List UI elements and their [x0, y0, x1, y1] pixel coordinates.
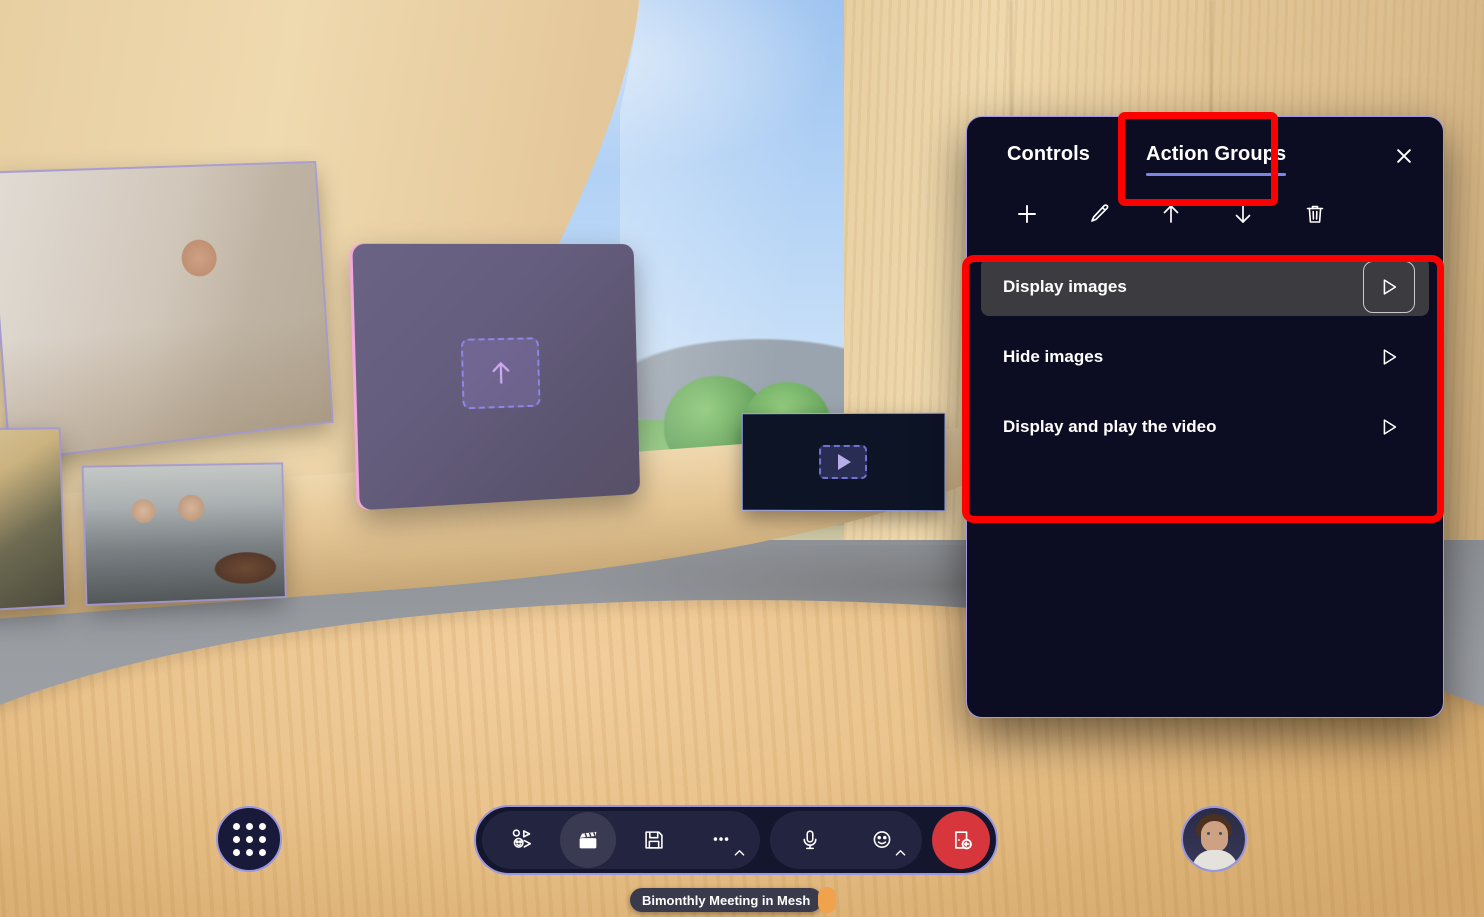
chevron-up-icon	[895, 844, 906, 862]
screenshot-root: Controls Action Groups Display images Hi…	[0, 0, 1484, 917]
panel-tab-bar: Controls Action Groups	[967, 117, 1443, 176]
toolbar-left-group	[482, 811, 760, 869]
arrow-down-icon	[1235, 205, 1251, 223]
app-grid-button[interactable]	[216, 806, 282, 872]
avatar-face	[1201, 821, 1228, 852]
play-icon	[1383, 279, 1397, 295]
play-icon	[838, 453, 851, 471]
play-action-group-button[interactable]	[1363, 401, 1415, 453]
tab-action-groups[interactable]: Action Groups	[1146, 143, 1287, 176]
action-group-label: Display and play the video	[1003, 417, 1217, 436]
meeting-title-chip: Bimonthly Meeting in Mesh	[630, 888, 823, 912]
meeting-toolbar	[474, 805, 998, 875]
edit-action-group-button[interactable]	[1063, 194, 1135, 234]
video-dropzone[interactable]	[819, 444, 868, 480]
action-group-row-display-images[interactable]: Display images	[981, 258, 1429, 316]
avatar-eye	[1219, 832, 1222, 835]
action-groups-panel: Controls Action Groups Display images Hi…	[966, 116, 1444, 718]
move-up-button[interactable]	[1135, 194, 1207, 234]
ellipsis-icon	[713, 837, 729, 841]
tab-controls[interactable]: Controls	[1007, 143, 1090, 176]
media-board-photo-woman[interactable]	[0, 427, 67, 614]
upload-arrow-icon	[491, 362, 511, 384]
pencil-icon	[1091, 204, 1109, 222]
action-group-label: Hide images	[1003, 347, 1104, 366]
media-board-photo-man[interactable]	[0, 160, 334, 462]
media-board-empty-image[interactable]	[352, 243, 641, 511]
people-icon	[512, 829, 532, 848]
avatar-eye	[1207, 832, 1210, 835]
play-icon	[1383, 349, 1397, 365]
floppy-disk-icon	[645, 831, 663, 849]
more-options-button[interactable]	[693, 812, 749, 868]
grid-9-dots-icon	[232, 822, 240, 830]
play-action-group-button[interactable]	[1363, 331, 1415, 383]
move-down-button[interactable]	[1207, 194, 1279, 234]
chevron-up-icon	[734, 844, 745, 862]
action-group-row-hide-images[interactable]: Hide images	[981, 328, 1429, 386]
play-icon	[1383, 419, 1397, 435]
save-button[interactable]	[626, 812, 682, 868]
clapperboard-icon	[579, 831, 597, 849]
toolbar-right-group	[770, 811, 922, 869]
close-panel-button[interactable]	[1387, 139, 1421, 173]
action-groups-toolbar	[991, 176, 1419, 244]
meeting-status-indicator	[818, 887, 836, 913]
close-icon	[1397, 149, 1411, 163]
leave-door-icon	[955, 831, 972, 850]
tab-action-groups-label: Action Groups	[1146, 143, 1287, 165]
microphone-button[interactable]	[782, 812, 838, 868]
delete-action-group-button[interactable]	[1279, 194, 1351, 234]
media-board-video[interactable]	[741, 412, 946, 512]
smiley-icon	[873, 831, 891, 848]
media-board-photo-couch[interactable]	[81, 462, 287, 607]
action-groups-list: Display images Hide images Display and p…	[981, 258, 1429, 456]
action-group-row-display-and-play-the-video[interactable]: Display and play the video	[981, 398, 1429, 456]
image-dropzone[interactable]	[460, 337, 541, 410]
add-action-group-button[interactable]	[991, 194, 1063, 234]
trash-icon	[1306, 205, 1324, 223]
avatar-body	[1192, 850, 1238, 870]
play-action-group-button[interactable]	[1363, 261, 1415, 313]
reactions-button[interactable]	[854, 812, 910, 868]
scenes-button[interactable]	[559, 812, 616, 868]
user-avatar[interactable]	[1181, 806, 1247, 872]
arrow-up-icon	[1163, 205, 1179, 223]
people-button[interactable]	[493, 812, 549, 868]
tab-controls-label: Controls	[1007, 143, 1091, 165]
microphone-icon	[803, 830, 817, 850]
meeting-title-text: Bimonthly Meeting in Mesh	[642, 892, 811, 908]
leave-meeting-button[interactable]	[932, 811, 990, 869]
plus-icon	[1018, 205, 1036, 223]
action-group-label: Display images	[1003, 277, 1127, 296]
